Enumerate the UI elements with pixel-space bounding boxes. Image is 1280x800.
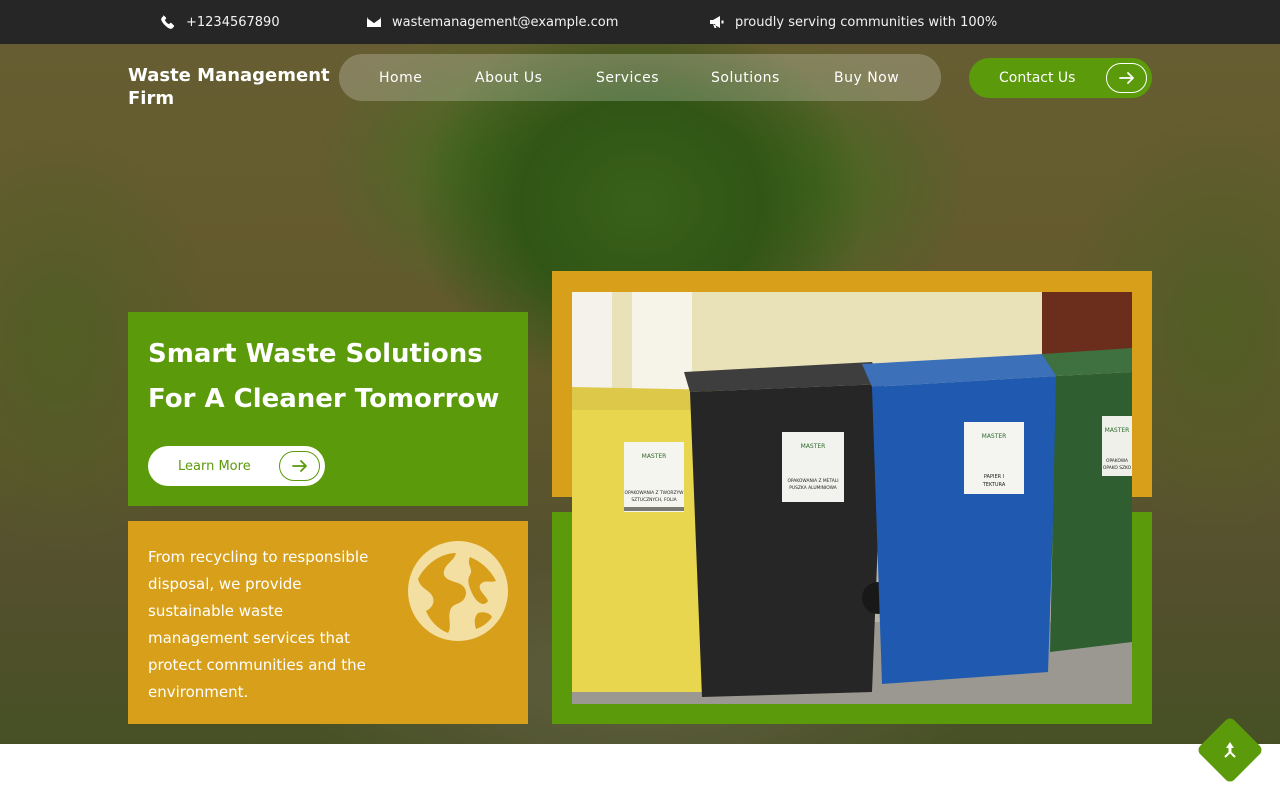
svg-text:MASTER: MASTER [642, 453, 667, 460]
globe-icon [408, 541, 508, 641]
waste-bins-photo: MASTER OPAKOWANIA Z TWORZYW SZTUCZNYCH, … [572, 292, 1132, 704]
svg-text:OPAKO SZKO: OPAKO SZKO [1103, 465, 1132, 471]
announcement: proudly serving communities with 100% [709, 0, 997, 44]
svg-text:TEKTURA: TEKTURA [982, 482, 1006, 488]
svg-text:SZTUCZNYCH, FOLIA: SZTUCZNYCH, FOLIA [631, 497, 676, 503]
announcement-text: proudly serving communities with 100% [735, 14, 998, 30]
email-address: wastemanagement@example.com [392, 14, 619, 30]
svg-text:OPAKOWA: OPAKOWA [1106, 458, 1128, 464]
svg-text:OPAKOWANIA Z TWORZYW: OPAKOWANIA Z TWORZYW [625, 490, 685, 496]
hero-description: From recycling to responsible disposal, … [148, 548, 369, 701]
black-bin: MASTER OPAKOWANIA Z METALI PUSZKA ALUMIN… [684, 362, 894, 697]
nav-home[interactable]: Home [379, 54, 422, 101]
svg-text:PAPIER I: PAPIER I [984, 474, 1004, 480]
top-bar: +1234567890 wastemanagement@example.com … [0, 0, 1280, 44]
arrow-right-icon [279, 451, 320, 481]
blue-bin: MASTER PAPIER I TEKTURA [862, 354, 1058, 684]
contact-us-button[interactable]: Contact Us [969, 58, 1152, 98]
svg-text:PUSZKA ALUMINIOWA: PUSZKA ALUMINIOWA [789, 485, 837, 491]
nav-about-us[interactable]: About Us [475, 54, 542, 101]
site-logo[interactable]: Waste Management Firm [128, 64, 338, 110]
main-nav: Home About Us Services Solutions Buy Now [339, 54, 941, 101]
phone-contact[interactable]: +1234567890 [160, 0, 280, 44]
learn-more-label: Learn More [178, 458, 251, 474]
envelope-icon [367, 16, 381, 27]
megaphone-icon [710, 16, 724, 28]
svg-text:MASTER: MASTER [801, 443, 826, 450]
phone-icon [161, 15, 175, 29]
svg-text:OPAKOWANIA Z METALI: OPAKOWANIA Z METALI [787, 478, 838, 484]
hero-title: Smart Waste Solutions For A Cleaner Tomo… [148, 339, 500, 414]
hero-headline-card: Smart Waste Solutions For A Cleaner Tomo… [128, 312, 528, 506]
nav-buy-now[interactable]: Buy Now [834, 54, 899, 101]
nav-services[interactable]: Services [596, 54, 659, 101]
arrow-up-icon [1224, 742, 1236, 758]
contact-us-label: Contact Us [999, 70, 1076, 86]
hero-section: Waste Management Firm Home About Us Serv… [0, 44, 1280, 744]
phone-number: +1234567890 [186, 14, 280, 30]
learn-more-button[interactable]: Learn More [148, 446, 325, 486]
svg-text:MASTER: MASTER [982, 433, 1007, 440]
email-contact[interactable]: wastemanagement@example.com [366, 0, 618, 44]
hero-description-card: From recycling to responsible disposal, … [128, 521, 528, 724]
svg-text:MASTER: MASTER [1105, 427, 1130, 434]
nav-solutions[interactable]: Solutions [711, 54, 780, 101]
arrow-right-icon [1106, 63, 1147, 93]
